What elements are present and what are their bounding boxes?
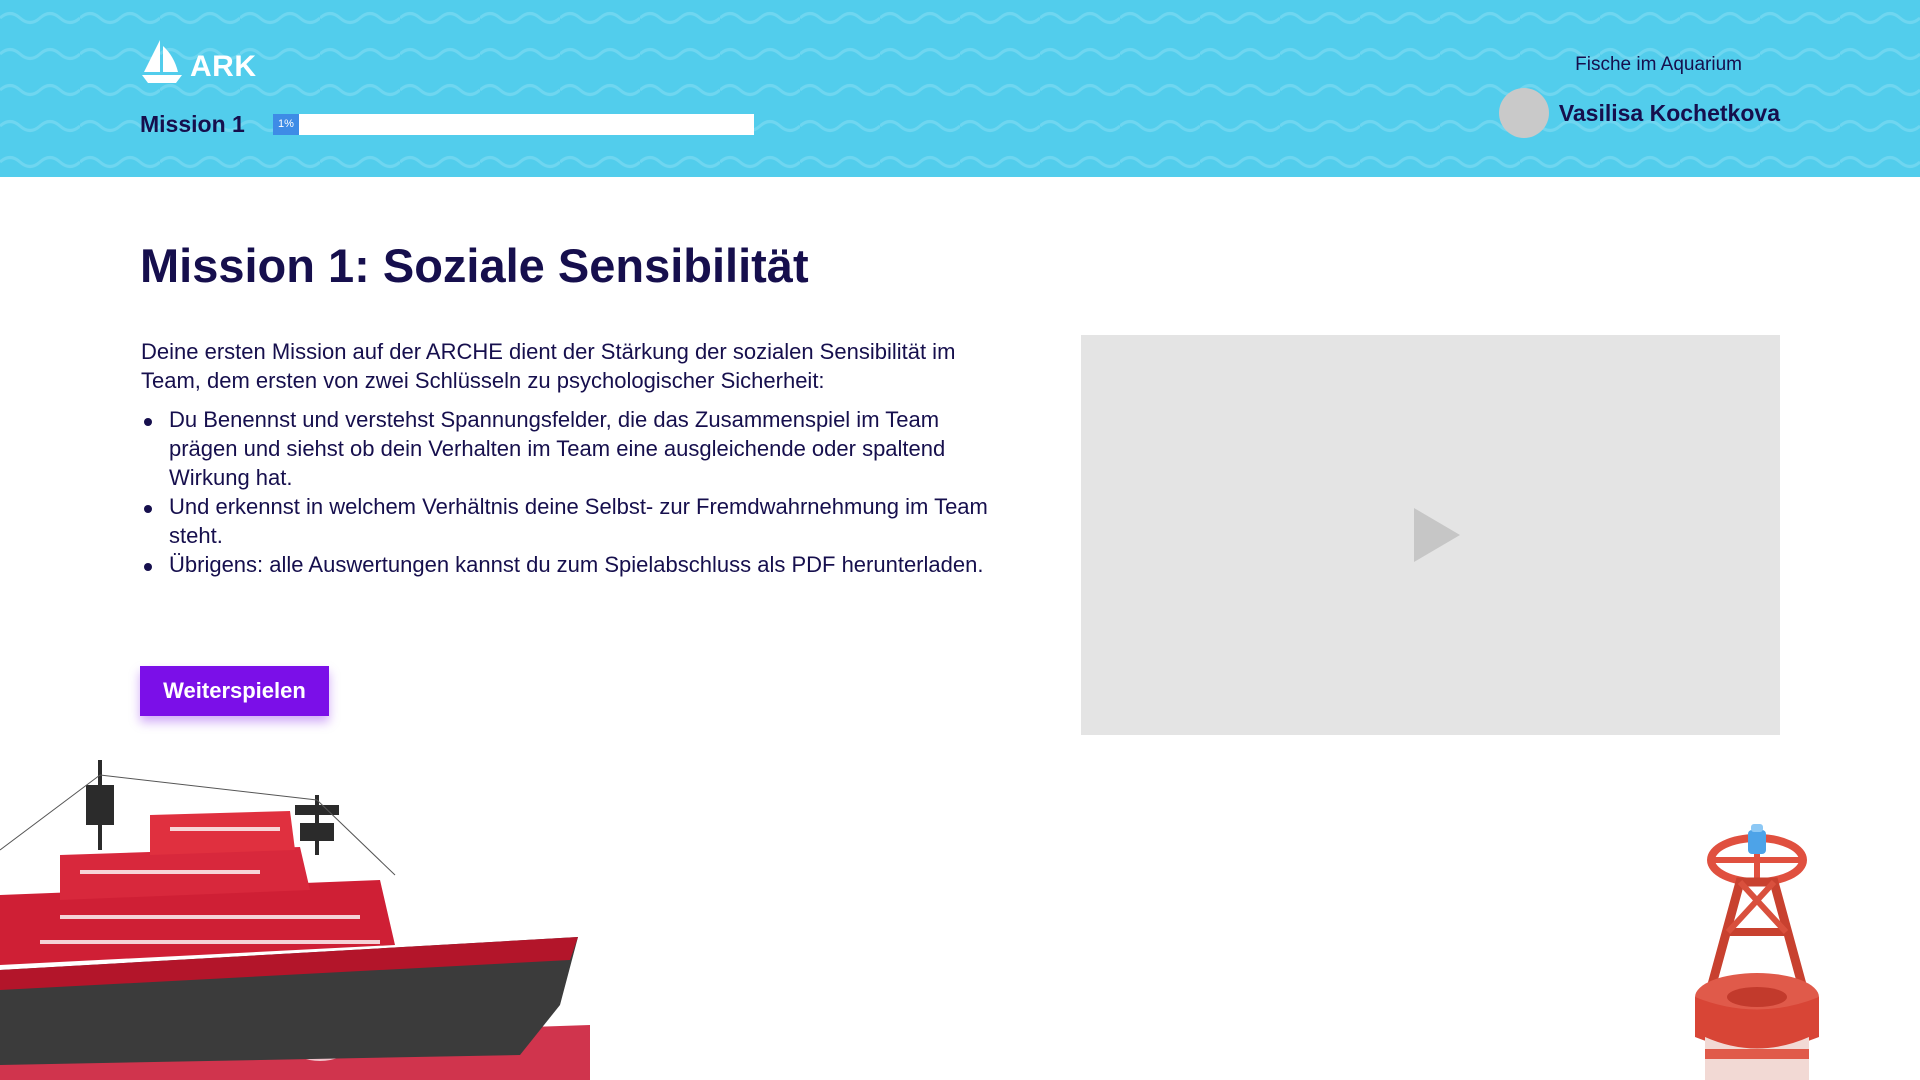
intro-text: Deine ersten Mission auf der ARCHE dient… bbox=[141, 339, 956, 393]
continue-button[interactable]: Weiterspielen bbox=[140, 666, 329, 716]
wave-pattern bbox=[0, 0, 1920, 177]
avatar[interactable] bbox=[1499, 88, 1549, 138]
buoy-illustration bbox=[1695, 824, 1819, 1080]
mission-label: Mission 1 bbox=[140, 111, 245, 137]
logo-text: ARK bbox=[190, 50, 257, 83]
progress-fill: 1% bbox=[273, 114, 299, 135]
icebreaker-ship-illustration bbox=[0, 760, 590, 1080]
app-logo[interactable]: ARK bbox=[140, 38, 257, 84]
top-header: ARK Mission 1 1% Fische im Aquarium Vasi… bbox=[0, 0, 1920, 177]
list-item: Übrigens: alle Auswertungen kannst du zu… bbox=[141, 550, 1011, 579]
page-title: Mission 1: Soziale Sensibilität bbox=[140, 239, 809, 292]
mission-progress-bar: 1% bbox=[273, 114, 754, 135]
mission-goals-list: Du Benennst und verstehst Spannungsfelde… bbox=[141, 405, 1011, 579]
user-name[interactable]: Vasilisa Kochetkova bbox=[1559, 100, 1780, 127]
list-item: Und erkennst in welchem Verhältnis deine… bbox=[141, 492, 1011, 550]
play-icon[interactable] bbox=[1414, 508, 1460, 562]
game-name: Fische im Aquarium bbox=[1575, 54, 1742, 75]
video-player[interactable] bbox=[1081, 335, 1780, 735]
sailboat-icon bbox=[142, 40, 182, 83]
list-item: Du Benennst und verstehst Spannungsfelde… bbox=[141, 405, 1011, 492]
